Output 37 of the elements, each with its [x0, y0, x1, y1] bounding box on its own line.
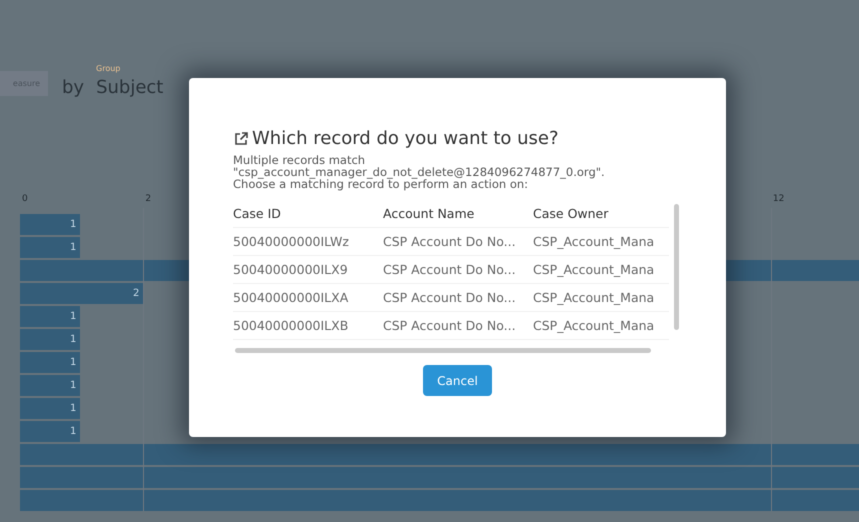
axis-tick: 12 — [772, 194, 784, 204]
table-cell[interactable]: CSP_Account_Mana — [533, 290, 669, 305]
dialog-message: Choose a matching record to perform an action on: — [233, 178, 528, 190]
dialog-title: Which record do you want to use? — [252, 128, 559, 149]
chart-bar: 1 — [20, 237, 80, 258]
column-header[interactable]: Case Owner — [533, 206, 669, 221]
table-cell[interactable]: CSP Account Do No... — [383, 234, 533, 249]
table-cell[interactable]: 50040000000ILX9 — [233, 262, 383, 277]
chart-bar: 1 — [20, 398, 80, 419]
horizontal-scrollbar[interactable] — [235, 348, 651, 353]
table-cell[interactable]: CSP Account Do No... — [383, 290, 533, 305]
table-cell[interactable]: CSP Account Do No... — [383, 318, 533, 333]
group-label: Group — [96, 64, 122, 73]
chart-bar: 2 — [20, 283, 144, 304]
table-cell[interactable]: 50040000000ILWz — [233, 234, 383, 249]
table-cell[interactable]: CSP_Account_Mana — [533, 318, 669, 333]
axis-tick: 2 — [145, 194, 152, 204]
chart-bar: 1 — [20, 306, 80, 327]
chart-bar: 1 — [20, 352, 80, 373]
cancel-button[interactable]: Cancel — [423, 365, 492, 396]
table-cell[interactable]: 50040000000ILXA — [233, 290, 383, 305]
table-cell[interactable]: CSP_Account_Mana — [533, 262, 669, 277]
table-cell[interactable]: 50040000000ILXB — [233, 318, 383, 333]
external-link-icon — [233, 130, 249, 146]
table-cell[interactable]: CSP_Account_Mana — [533, 234, 669, 249]
chart-bar: 1 — [20, 375, 80, 396]
vertical-scrollbar[interactable] — [674, 204, 679, 330]
axis-tick: 0 — [22, 194, 28, 204]
chart-bar: 1 — [20, 421, 80, 442]
column-header[interactable]: Account Name — [383, 206, 533, 221]
chart-bar: 1 — [20, 329, 80, 350]
column-header[interactable]: Case ID — [233, 206, 383, 221]
by-label: by — [62, 77, 84, 98]
dialog-message: "csp_account_manager_do_not_delete@1284096274877_0.org". — [233, 166, 606, 178]
chart-bar: 1 — [20, 214, 80, 235]
table-cell[interactable]: CSP Account Do No... — [383, 262, 533, 277]
dialog-message: Multiple records match — [233, 154, 366, 166]
